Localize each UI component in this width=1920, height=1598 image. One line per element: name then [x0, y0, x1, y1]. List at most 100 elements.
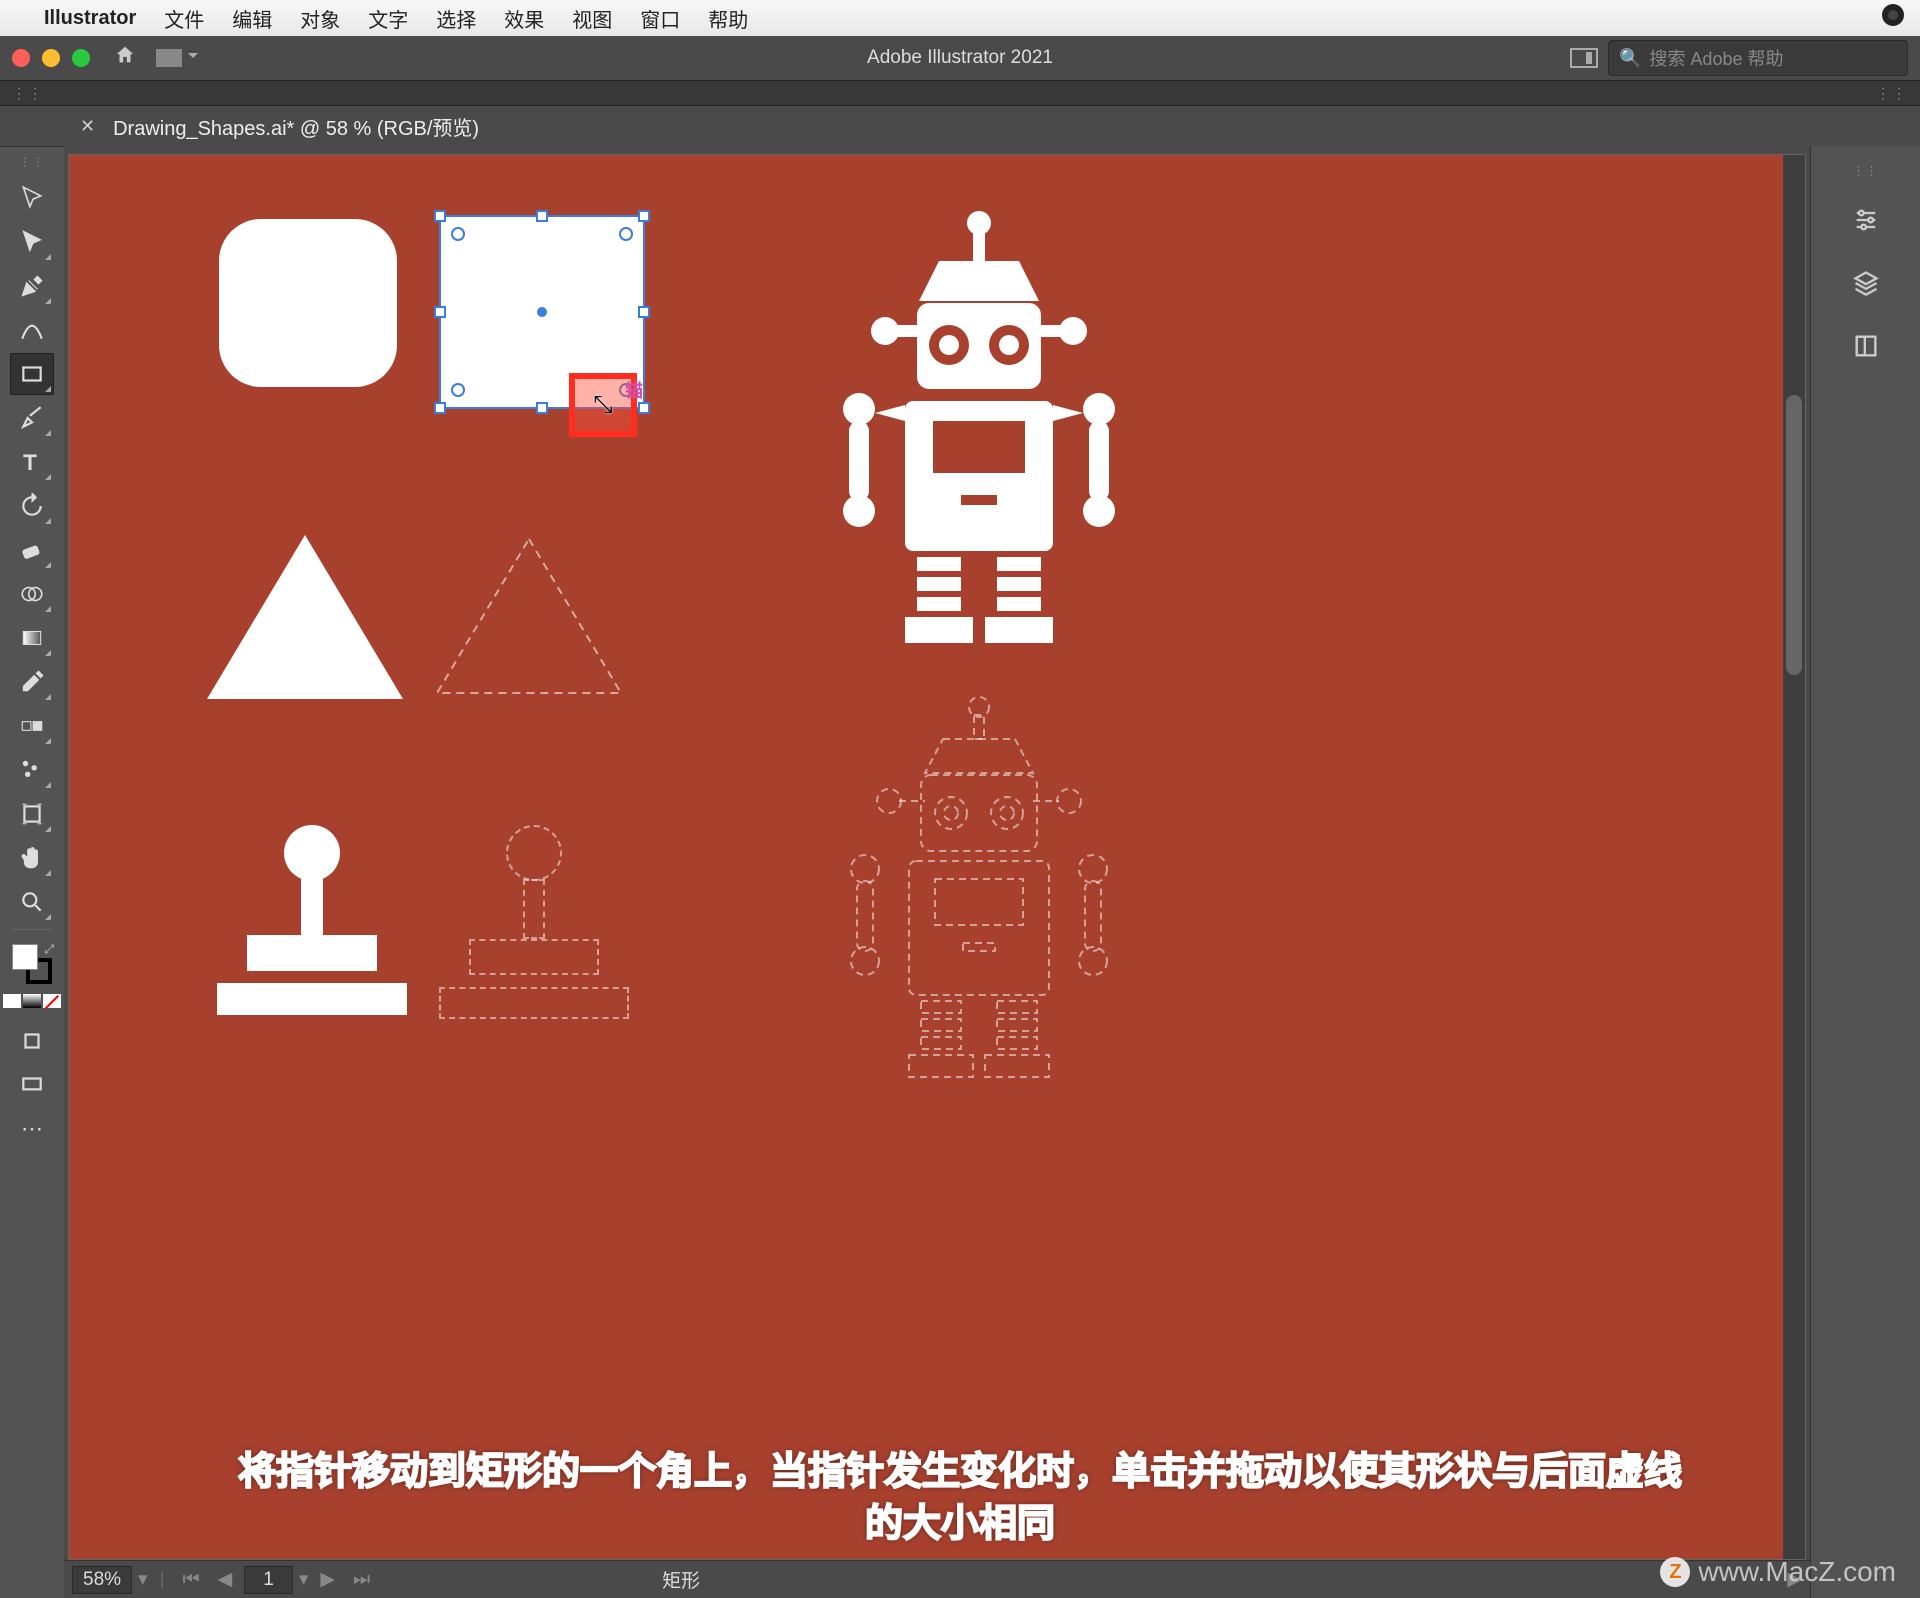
curvature-tool[interactable]	[10, 309, 54, 351]
help-search-input[interactable]: 🔍 搜索 Adobe 帮助	[1608, 40, 1908, 76]
gradient-tool[interactable]	[10, 617, 54, 659]
maximize-window-button[interactable]	[72, 49, 90, 67]
rectangle-tool[interactable]	[10, 353, 54, 395]
eyedropper-tool[interactable]	[10, 661, 54, 703]
record-indicator-icon	[1882, 4, 1904, 26]
control-bar: ⋮⋮ ⋮⋮	[0, 80, 1920, 106]
resize-handle-tl[interactable]	[434, 210, 446, 222]
search-icon: 🔍	[1619, 48, 1641, 69]
resize-handle-tm[interactable]	[536, 210, 548, 222]
status-bar: 58% ▾ | ⏮ ◀ 1 ▾ ▶ ⏭ 矩形 ▶	[64, 1560, 1810, 1598]
color-mode-gradient[interactable]	[23, 994, 41, 1008]
dock-grip[interactable]: ⋮⋮	[1853, 164, 1879, 178]
toolbar-separator	[12, 929, 52, 930]
joystick-solid[interactable]	[217, 825, 407, 1015]
pen-tool[interactable]	[10, 265, 54, 307]
artboard-next-button[interactable]: ▶	[314, 1568, 341, 1591]
macos-menubar: Illustrator 文件 编辑 对象 文字 选择 效果 视图 窗口 帮助	[0, 0, 1920, 36]
corner-widget-tr[interactable]	[619, 227, 633, 241]
toolbar-grip[interactable]: ⋮⋮	[19, 155, 45, 169]
control-bar-grip-right: ⋮⋮	[1876, 85, 1908, 102]
close-tab-button[interactable]: ✕	[80, 116, 95, 137]
menu-type[interactable]: 文字	[368, 4, 408, 33]
rotate-tool[interactable]	[10, 485, 54, 527]
screen-mode[interactable]	[10, 1064, 54, 1106]
layers-panel-icon[interactable]	[1852, 269, 1880, 304]
resize-handle-ml[interactable]	[434, 306, 446, 318]
menu-file[interactable]: 文件	[164, 4, 204, 33]
edit-toolbar[interactable]: ⋯	[10, 1108, 54, 1150]
artboard-canvas[interactable]: ⤡ 锚	[68, 154, 1806, 1560]
artboard-tool[interactable]	[10, 793, 54, 835]
corner-widget-tl[interactable]	[451, 227, 465, 241]
resize-handle-br[interactable]	[638, 402, 650, 414]
resize-handle-tr[interactable]	[638, 210, 650, 222]
libraries-panel-icon[interactable]	[1852, 332, 1880, 367]
symbol-sprayer-tool[interactable]	[10, 749, 54, 791]
selection-tool[interactable]	[10, 177, 54, 219]
menu-select[interactable]: 选择	[436, 4, 476, 33]
direct-selection-tool[interactable]	[10, 221, 54, 263]
joystick-dashed[interactable]	[439, 825, 629, 1019]
color-mode-row	[3, 994, 61, 1008]
selection-type-label: 矩形	[662, 1566, 700, 1593]
artboard-first-button[interactable]: ⏮	[177, 1569, 206, 1591]
control-bar-grip-left: ⋮⋮	[12, 85, 44, 102]
color-mode-solid[interactable]	[3, 994, 21, 1008]
home-icon[interactable]	[114, 44, 136, 72]
eraser-tool[interactable]	[10, 529, 54, 571]
zoom-level[interactable]: 58%	[72, 1566, 132, 1594]
corner-widget-bl[interactable]	[451, 383, 465, 397]
resize-handle-bl[interactable]	[434, 402, 446, 414]
close-window-button[interactable]	[12, 49, 30, 67]
hand-tool[interactable]	[10, 837, 54, 879]
properties-panel-icon[interactable]	[1852, 206, 1880, 241]
menu-edit[interactable]: 编辑	[232, 4, 272, 33]
robot-solid[interactable]	[789, 195, 1169, 675]
triangle-solid[interactable]	[207, 535, 403, 699]
panel-toggle-icon[interactable]	[1570, 48, 1598, 68]
app-title: Adobe Illustrator 2021	[867, 47, 1053, 69]
zoom-tool[interactable]	[10, 881, 54, 923]
workspace-switcher[interactable]	[156, 49, 182, 67]
scale-cursor-icon: ⤡	[593, 391, 612, 419]
menu-window[interactable]: 窗口	[640, 4, 680, 33]
vertical-scrollbar[interactable]	[1783, 155, 1805, 1559]
selection-center-icon	[537, 307, 547, 317]
artboard-prev-button[interactable]: ◀	[212, 1568, 239, 1591]
rounded-square-shape[interactable]	[219, 219, 397, 387]
color-mode-none[interactable]	[43, 994, 61, 1008]
right-panel-dock: ⋮⋮	[1810, 146, 1920, 1598]
tools-panel: ⋮⋮ T ⤢ ⋯	[0, 146, 64, 1598]
fill-stroke-swatch[interactable]: ⤢	[10, 942, 54, 986]
zoom-dropdown-icon[interactable]: ▾	[138, 1568, 148, 1591]
paintbrush-tool[interactable]	[10, 397, 54, 439]
workspace: ⋮⋮ T ⤢ ⋯	[0, 146, 1920, 1598]
fill-swatch[interactable]	[12, 944, 38, 970]
artboard-number[interactable]: 1	[244, 1566, 293, 1594]
window-controls	[12, 49, 90, 67]
menu-view[interactable]: 视图	[572, 4, 612, 33]
menu-object[interactable]: 对象	[300, 4, 340, 33]
type-tool[interactable]: T	[10, 441, 54, 483]
cursor-hint-label: 锚	[625, 377, 643, 403]
document-tab-label[interactable]: Drawing_Shapes.ai* @ 58 % (RGB/预览)	[113, 112, 479, 141]
artboard-last-button[interactable]: ⏭	[347, 1569, 376, 1591]
watermark-text: www.MacZ.com	[1698, 1556, 1896, 1588]
svg-text:T: T	[23, 450, 36, 475]
artboard-dropdown-icon[interactable]: ▾	[299, 1568, 309, 1591]
app-name[interactable]: Illustrator	[44, 7, 136, 30]
scrollbar-thumb[interactable]	[1786, 395, 1802, 675]
swap-fill-stroke-icon[interactable]: ⤢	[44, 942, 54, 957]
menu-effect[interactable]: 效果	[504, 4, 544, 33]
robot-dashed[interactable]	[789, 685, 1169, 1115]
minimize-window-button[interactable]	[42, 49, 60, 67]
draw-mode-normal[interactable]	[10, 1020, 54, 1062]
watermark-logo-icon: Z	[1660, 1557, 1690, 1587]
blend-tool[interactable]	[10, 705, 54, 747]
resize-handle-bm[interactable]	[536, 402, 548, 414]
shape-builder-tool[interactable]	[10, 573, 54, 615]
resize-handle-mr[interactable]	[638, 306, 650, 318]
triangle-dashed[interactable]	[429, 531, 629, 701]
menu-help[interactable]: 帮助	[708, 4, 748, 33]
